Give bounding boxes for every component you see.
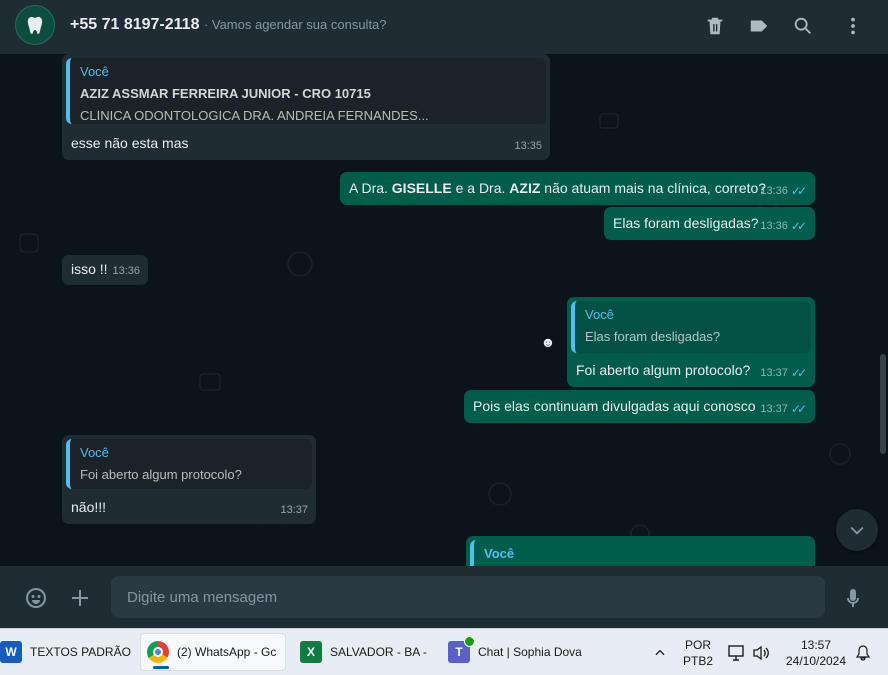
message-text: esse não esta mas	[71, 135, 189, 151]
volume-icon[interactable]	[749, 629, 773, 675]
search-icon[interactable]	[791, 14, 815, 38]
message-text: não!!!	[71, 499, 107, 515]
message-incoming[interactable]: isso !! 13:36	[62, 255, 148, 285]
quote-title: AZIZ ASSMAR FERREIRA JUNIOR - CRO 10715	[80, 86, 371, 101]
message-time: 13:35	[514, 140, 542, 152]
message-text: Pois elas continuam divulgadas aqui cono…	[473, 398, 756, 414]
network-icon[interactable]	[724, 629, 748, 675]
status-available-icon	[464, 636, 475, 647]
tooth-logo-icon	[27, 16, 43, 34]
contact-name: +55 71 8197-2118	[70, 16, 200, 33]
chat-header: +55 71 8197-2118 · Vamos agendar sua con…	[0, 0, 888, 54]
quote-author: Você	[80, 445, 109, 460]
scrollbar[interactable]	[880, 354, 886, 454]
active-indicator	[153, 666, 169, 669]
clock[interactable]: 13:57 24/10/2024	[778, 629, 854, 675]
message-outgoing[interactable]: A Dra. GISELLE e a Dra. AZIZ não atuam m…	[340, 172, 815, 205]
read-ticks-icon: ✓✓	[790, 366, 807, 380]
language-indicator[interactable]: POR PTB2	[678, 629, 718, 675]
quote-text: CLINICA ODONTOLOGICA DRA. ANDREIA FERNAN…	[80, 108, 429, 123]
microphone-icon[interactable]	[840, 585, 866, 611]
quote-text: Elas foram desligadas?	[585, 329, 721, 344]
message-incoming[interactable]: Você AZIZ ASSMAR FERREIRA JUNIOR - CRO 1…	[62, 54, 550, 160]
teams-icon: T	[448, 636, 475, 663]
message-outgoing[interactable]: Pois elas continuam divulgadas aqui cono…	[464, 390, 815, 423]
message-outgoing[interactable]: Elas foram desligadas? 13:36 ✓✓	[604, 207, 815, 240]
message-time: 13:37 ✓✓	[760, 400, 807, 419]
message-input-container[interactable]	[111, 576, 825, 618]
message-input[interactable]	[127, 588, 809, 606]
contact-avatar[interactable]	[15, 5, 55, 45]
message-time: 13:37 ✓✓	[760, 364, 807, 383]
quote-author: Você	[585, 307, 614, 322]
read-ticks-icon: ✓✓	[790, 219, 807, 233]
message-time: 13:36 ✓✓	[760, 217, 807, 236]
os-taskbar: W TEXTOS PADRÃO 1 (2) WhatsApp - Gc X SA…	[0, 628, 888, 675]
message-outgoing[interactable]: Você Elas foram desligadas? Foi aberto a…	[567, 297, 815, 387]
message-text: Elas foram desligadas?	[613, 215, 759, 231]
scroll-down-button[interactable]	[836, 509, 878, 551]
taskbar-item-excel[interactable]: X SALVADOR - BA -	[294, 633, 434, 671]
message-text: Foi aberto algum protocolo?	[576, 362, 751, 378]
taskbar-item-word[interactable]: W TEXTOS PADRÃO 1	[0, 633, 132, 671]
contact-status: · Vamos agendar sua consulta?	[203, 17, 387, 32]
taskbar-item-chrome[interactable]: (2) WhatsApp - Gc	[140, 633, 286, 671]
menu-icon[interactable]	[841, 14, 865, 38]
quote-author: Você	[80, 64, 109, 79]
message-list[interactable]: Você AZIZ ASSMAR FERREIRA JUNIOR - CRO 1…	[0, 54, 888, 566]
read-ticks-icon: ✓✓	[790, 184, 807, 198]
quoted-message[interactable]: Você Foi aberto algum protocolo?	[66, 439, 312, 489]
chevron-up-icon[interactable]	[648, 629, 672, 675]
react-emoji-icon[interactable]: ☻	[538, 332, 558, 352]
message-time: 13:37	[280, 504, 308, 516]
message-time: 13:36	[112, 265, 140, 277]
quoted-message[interactable]: Você AZIZ ASSMAR FERREIRA JUNIOR - CRO 1…	[66, 58, 546, 124]
message-text: isso !!	[71, 261, 108, 277]
quoted-message[interactable]: Você Elas foram desligadas?	[571, 301, 811, 353]
attach-plus-icon[interactable]	[67, 585, 93, 611]
excel-icon: X	[300, 641, 322, 663]
label-icon[interactable]	[747, 14, 771, 38]
quote-author: Você	[484, 546, 515, 561]
delete-icon[interactable]	[703, 14, 727, 38]
quoted-message[interactable]: Você	[470, 540, 811, 566]
emoji-icon[interactable]	[23, 585, 49, 611]
message-incoming[interactable]: Você Foi aberto algum protocolo? não!!! …	[62, 435, 316, 524]
message-text: A Dra. GISELLE e a Dra. AZIZ não atuam m…	[349, 180, 767, 196]
taskbar-item-teams[interactable]: T Chat | Sophia Dova	[442, 633, 582, 671]
chrome-icon	[147, 641, 169, 663]
message-time: 13:36 ✓✓	[760, 182, 807, 201]
message-composer	[0, 566, 888, 628]
contact-title[interactable]: +55 71 8197-2118 · Vamos agendar sua con…	[70, 16, 387, 34]
word-icon: W	[0, 641, 22, 663]
notification-bell-icon[interactable]	[852, 629, 874, 675]
chevron-down-icon	[850, 526, 864, 535]
message-outgoing[interactable]: Você	[466, 536, 815, 566]
quote-text: Foi aberto algum protocolo?	[80, 467, 242, 482]
read-ticks-icon: ✓✓	[790, 402, 807, 416]
